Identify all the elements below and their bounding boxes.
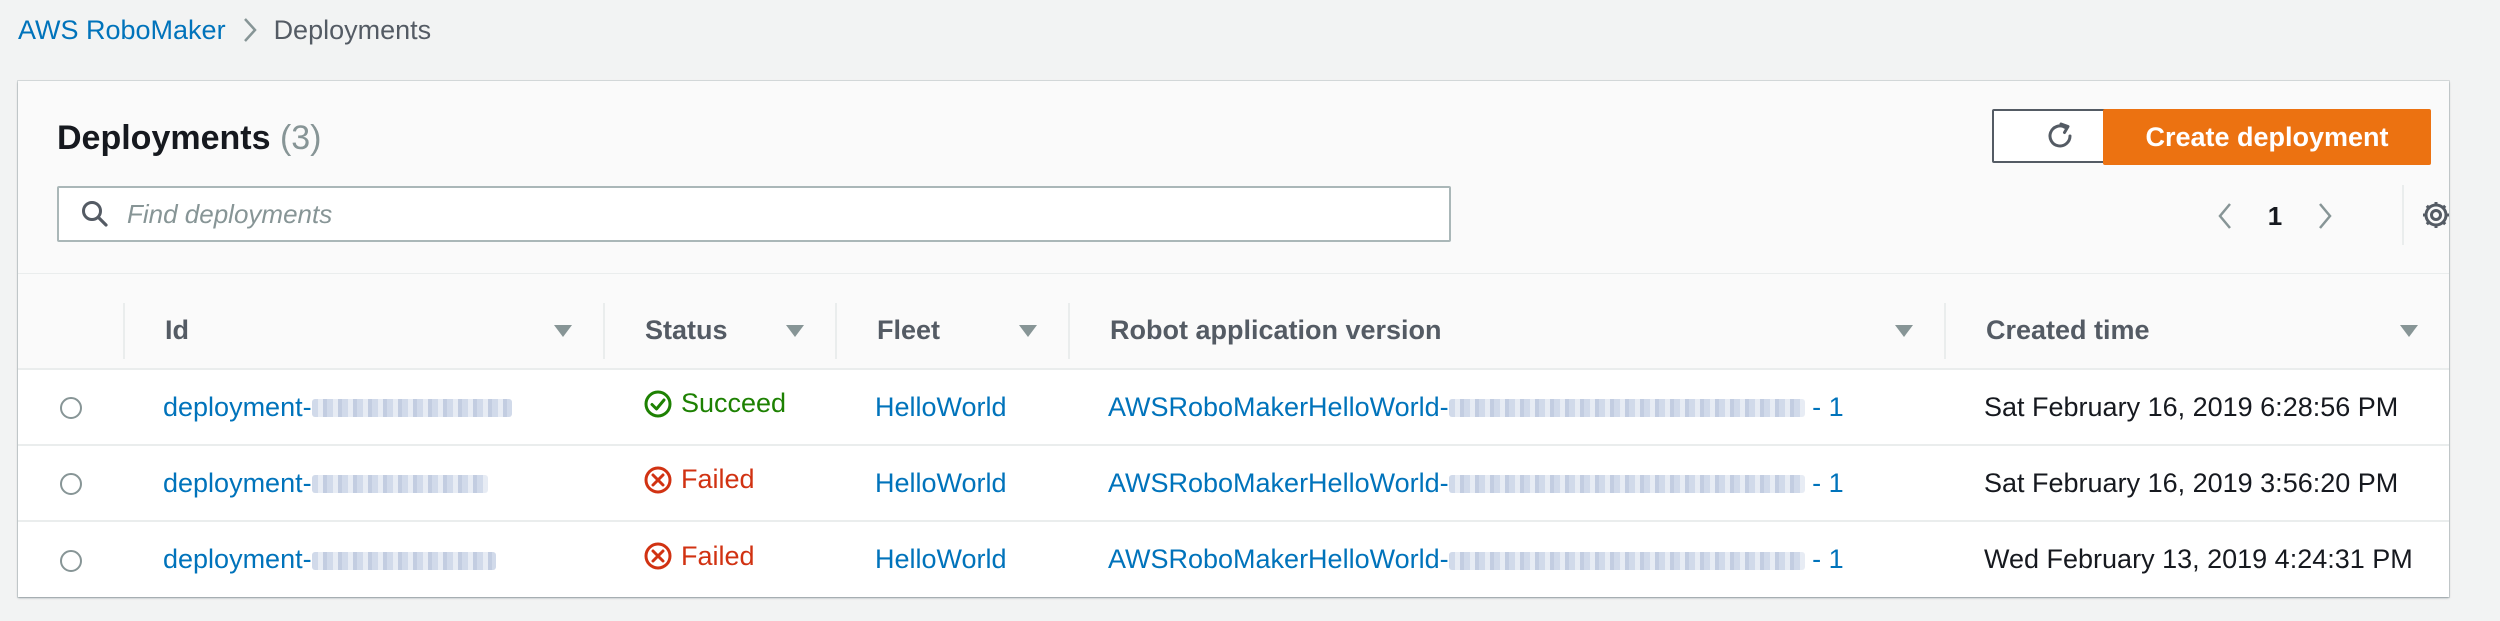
x-circle-icon [644, 542, 672, 570]
created-time-cell: Sat February 16, 2019 3:56:20 PM [1944, 445, 2449, 522]
preferences-area [2402, 185, 2452, 245]
status-cell: Succeed [603, 369, 835, 446]
column-header-status[interactable]: Status [603, 274, 835, 370]
status-text: Failed [681, 540, 755, 571]
redacted-id [311, 475, 488, 494]
fleet-link[interactable]: HelloWorld [875, 544, 1007, 574]
created-time: Sat February 16, 2019 3:56:20 PM [1984, 467, 2399, 498]
create-deployment-button[interactable]: Create deployment [2103, 109, 2431, 165]
panel-title: Deployments (3) [57, 119, 322, 158]
fleet-cell: HelloWorld [835, 445, 1068, 522]
status-text: Succeed [681, 388, 787, 419]
row-radio-button[interactable] [59, 397, 82, 420]
fleet-link[interactable]: HelloWorld [875, 392, 1007, 422]
column-header-label: Created time [1986, 315, 2150, 345]
chevron-right-icon [226, 14, 274, 46]
panel-header: Deployments (3) Create deployment Find d… [18, 81, 2449, 275]
fleet-cell: HelloWorld [835, 521, 1068, 597]
redacted-id [311, 399, 512, 418]
id-cell: deployment- [123, 521, 603, 597]
table-row[interactable]: deployment- Failed HelloWorld AWSRoboMak… [18, 445, 2449, 522]
deployment-count: (3) [279, 119, 322, 157]
column-header-created-time[interactable]: Created time [1944, 274, 2449, 370]
status-cell: Failed [603, 521, 835, 597]
robot-application-version-link[interactable]: AWSRoboMakerHelloWorld- - 1 [1108, 468, 1844, 498]
pagination: 1 [2198, 191, 2352, 241]
row-select-cell [18, 521, 123, 597]
caret-down-icon[interactable] [2399, 324, 2419, 338]
status-cell: Failed [603, 445, 835, 522]
breadcrumb-link-robomaker[interactable]: AWS RoboMaker [18, 15, 226, 46]
chevron-right-icon [2319, 203, 2332, 229]
deployment-id-link[interactable]: deployment- [163, 544, 496, 574]
next-page-button[interactable] [2298, 191, 2352, 241]
caret-down-icon[interactable] [1018, 324, 1038, 338]
row-select-cell [18, 445, 123, 522]
current-page[interactable]: 1 [2252, 201, 2298, 232]
id-cell: deployment- [123, 369, 603, 446]
deployment-id-link[interactable]: deployment- [163, 468, 488, 498]
fleet-cell: HelloWorld [835, 369, 1068, 446]
created-time-cell: Sat February 16, 2019 6:28:56 PM [1944, 369, 2449, 446]
version-cell: AWSRoboMakerHelloWorld- - 1 [1068, 445, 1944, 522]
redacted-id [311, 551, 496, 570]
column-header-label: Robot application version [1110, 315, 1442, 345]
row-radio-button[interactable] [59, 549, 82, 572]
search-input[interactable] [125, 189, 1429, 239]
search-icon [65, 188, 125, 240]
deployment-id-link[interactable]: deployment- [163, 392, 512, 422]
check-circle-icon [644, 390, 672, 418]
x-circle-icon [644, 466, 672, 494]
redacted-version [1448, 551, 1805, 570]
status-badge: Failed [643, 541, 755, 572]
table-row[interactable]: deployment- Succeed HelloWorld AWSRoboMa… [18, 369, 2449, 446]
chevron-left-icon [2218, 203, 2231, 229]
refresh-icon [2048, 122, 2072, 148]
caret-down-icon[interactable] [553, 324, 573, 338]
deployments-panel: Deployments (3) Create deployment Find d… [18, 81, 2449, 597]
select-column-header [18, 274, 123, 370]
gear-icon[interactable] [2420, 199, 2452, 231]
previous-page-button[interactable] [2198, 191, 2252, 241]
search-box[interactable] [57, 186, 1451, 242]
status-badge: Failed [643, 464, 755, 495]
created-time-cell: Wed February 13, 2019 4:24:31 PM [1944, 521, 2449, 597]
caret-down-icon[interactable] [785, 324, 805, 338]
id-cell: deployment- [123, 445, 603, 522]
caret-down-icon[interactable] [1894, 324, 1914, 338]
breadcrumb: AWS RoboMaker Deployments [18, 14, 431, 46]
status-text: Failed [681, 464, 755, 495]
column-header-label: Fleet [877, 315, 941, 345]
breadcrumb-current: Deployments [273, 14, 432, 45]
column-header-label: Id [165, 315, 189, 345]
version-cell: AWSRoboMakerHelloWorld- - 1 [1068, 521, 1944, 597]
column-header-id[interactable]: Id [123, 274, 603, 370]
table-header-row: Id Status Fleet Robot application versio… [18, 274, 2449, 370]
redacted-version [1448, 399, 1805, 418]
fleet-link[interactable]: HelloWorld [875, 468, 1007, 498]
redacted-version [1448, 475, 1805, 494]
column-header-robot-application-version[interactable]: Robot application version [1068, 274, 1944, 370]
table-row[interactable]: deployment- Failed HelloWorld AWSRoboMak… [18, 521, 2449, 597]
row-radio-button[interactable] [59, 473, 82, 496]
column-header-fleet[interactable]: Fleet [835, 274, 1068, 370]
status-badge: Succeed [643, 388, 786, 419]
robot-application-version-link[interactable]: AWSRoboMakerHelloWorld- - 1 [1108, 392, 1844, 422]
column-header-label: Status [645, 315, 728, 345]
panel-title-text: Deployments [57, 119, 271, 157]
created-time: Sat February 16, 2019 6:28:56 PM [1984, 391, 2399, 422]
row-select-cell [18, 369, 123, 446]
version-cell: AWSRoboMakerHelloWorld- - 1 [1068, 369, 1944, 446]
created-time: Wed February 13, 2019 4:24:31 PM [1984, 544, 2413, 574]
robot-application-version-link[interactable]: AWSRoboMakerHelloWorld- - 1 [1108, 544, 1844, 574]
deployments-table: Id Status Fleet Robot application versio… [18, 274, 2449, 597]
